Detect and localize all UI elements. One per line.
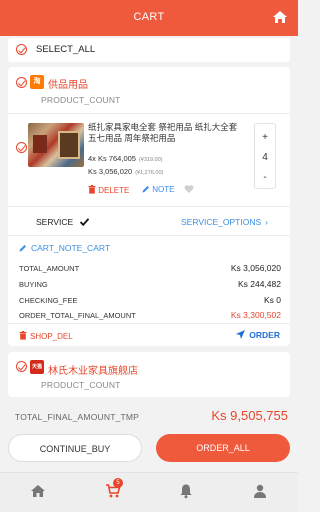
cart-note-button[interactable]: CART_NOTE_CART	[19, 243, 110, 253]
chevron-right-icon: ›	[265, 217, 268, 227]
summary-key: BUYING	[19, 280, 48, 289]
shop-delete-button[interactable]: SHOP_DEL	[19, 331, 73, 341]
cart-note-label: CART_NOTE_CART	[31, 243, 111, 253]
delete-item-button[interactable]: DELETE	[88, 185, 129, 195]
bell-tab-icon[interactable]	[178, 483, 194, 499]
top-bar: CART	[0, 0, 298, 36]
shop-checkbox[interactable]	[16, 361, 27, 372]
select-all-checkbox[interactable]	[16, 44, 27, 55]
total-label: TOTAL_FINAL_AMOUNT_TMP	[15, 412, 140, 422]
order-all-button[interactable]: ORDER_ALL	[156, 434, 290, 462]
product-count-label: PRODUCT_COUNT	[41, 95, 121, 105]
product-thumbnail[interactable]	[28, 123, 84, 167]
continue-buy-button[interactable]: CONTINUE_BUY	[8, 434, 142, 462]
product-checkbox[interactable]	[16, 142, 27, 153]
select-all-label: SELECT_ALL	[36, 44, 96, 55]
tab-bar: 5	[0, 472, 298, 512]
decrement-button[interactable]: -	[255, 172, 275, 183]
unit-price-rmb: (¥319.00)	[138, 157, 163, 163]
pencil-icon	[19, 245, 26, 252]
shop-card: 天猫 林氏木业家具旗舰店 PRODUCT_COUNT	[8, 352, 290, 397]
summary-value: Ks 244,482	[237, 279, 281, 289]
note-item-button[interactable]: NOTE	[142, 185, 174, 195]
product-total-price: Ks 3,056,020 (¥1,276.00)	[88, 167, 163, 176]
unit-price-text: 4x Ks 764,005	[88, 154, 136, 163]
heart-icon[interactable]	[184, 184, 194, 194]
increment-button[interactable]: +	[255, 132, 275, 143]
select-all-row[interactable]: SELECT_ALL	[8, 38, 290, 62]
quantity-value[interactable]: 4	[255, 152, 275, 163]
summary-value: Ks 3,300,502	[230, 310, 281, 320]
order-label: ORDER	[249, 330, 280, 340]
divider	[8, 206, 290, 207]
service-label: SERVICE	[36, 217, 74, 227]
summary-value: Ks 3,056,020	[230, 263, 281, 273]
delete-label: DELETE	[98, 186, 130, 195]
shop-card: 淘 供品用品 PRODUCT_COUNT 纸扎家具家电全套 祭祀用品 纸扎大全套…	[8, 67, 290, 346]
shop-checkbox[interactable]	[16, 77, 27, 88]
shop-name[interactable]: 林氏木业家具旗舰店	[48, 362, 138, 377]
total-price-rmb: (¥1,276.00)	[135, 170, 164, 176]
shop-delete-label: SHOP_DEL	[30, 332, 73, 341]
divider	[8, 235, 290, 236]
order-button[interactable]: ORDER	[236, 330, 280, 340]
tmall-logo-icon: 天猫	[30, 360, 44, 374]
send-icon	[236, 330, 246, 339]
summary-key: ORDER_TOTAL_FINAL_AMOUNT	[19, 311, 136, 320]
summary-key: TOTAL_AMOUNT	[19, 264, 80, 273]
divider	[8, 113, 290, 114]
total-price-text: Ks 3,056,020	[88, 167, 133, 176]
shop-header: 淘 供品用品 PRODUCT_COUNT	[8, 67, 290, 109]
checkout-bar: TOTAL_FINAL_AMOUNT_TMP Ks 9,505,755 CONT…	[0, 398, 298, 470]
total-value: Ks 9,505,755	[211, 408, 288, 423]
service-row: SERVICE	[36, 217, 89, 227]
product-title[interactable]: 纸扎家具家电全套 祭祀用品 纸扎大全套 五七用品 周年祭祀用品	[88, 122, 248, 144]
trash-icon	[19, 331, 27, 340]
home-tab-icon[interactable]	[30, 483, 46, 499]
service-options-link[interactable]: SERVICE_OPTIONS ›	[181, 217, 268, 227]
note-label: NOTE	[152, 185, 175, 194]
page-title: CART	[133, 11, 165, 23]
product-unit-price: 4x Ks 764,005 (¥319.00)	[88, 154, 163, 163]
cart-badge: 5	[113, 478, 123, 488]
summary-key: CHECKING_FEE	[19, 296, 78, 305]
divider	[8, 323, 290, 324]
taobao-logo-icon: 淘	[30, 75, 44, 89]
pencil-icon	[142, 186, 149, 193]
summary-value: Ks 0	[263, 295, 281, 305]
quantity-stepper: + 4 -	[254, 123, 276, 189]
checkmark-icon	[79, 218, 89, 227]
product-count-label: PRODUCT_COUNT	[41, 380, 121, 390]
home-icon[interactable]	[272, 9, 288, 25]
shop-name[interactable]: 供品用品	[48, 76, 88, 91]
user-tab-icon[interactable]	[252, 483, 268, 499]
service-options-label: SERVICE_OPTIONS	[181, 217, 262, 227]
trash-icon	[88, 185, 96, 194]
